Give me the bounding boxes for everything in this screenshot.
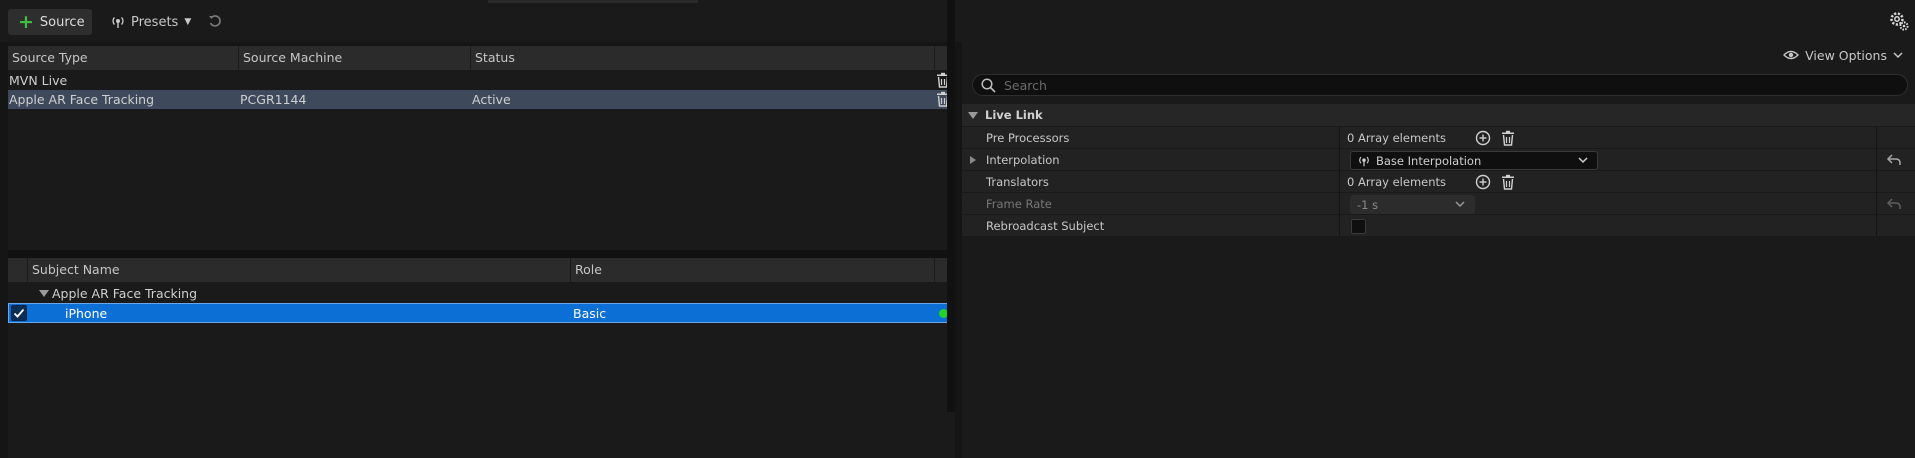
- search-input[interactable]: [1004, 77, 1884, 93]
- toolbar: + Source Presets ▼: [0, 0, 1915, 42]
- property-value: 0 Array elements: [1347, 175, 1447, 189]
- rebroadcast-checkbox[interactable]: [1351, 219, 1366, 234]
- column-divider[interactable]: [1339, 149, 1340, 171]
- search-icon: [981, 77, 996, 93]
- checkmark-icon: [13, 308, 25, 318]
- property-name: Translators: [986, 175, 1049, 189]
- column-divider[interactable]: [1339, 127, 1340, 149]
- add-source-button[interactable]: + Source: [8, 9, 92, 35]
- interpolation-dropdown[interactable]: Base Interpolation: [1350, 151, 1598, 170]
- property-name: Pre Processors: [986, 131, 1070, 145]
- property-name: Frame Rate: [986, 197, 1052, 211]
- subject-group-name: Apple AR Face Tracking: [52, 285, 198, 301]
- subject-group-row[interactable]: Apple AR Face Tracking: [8, 284, 955, 302]
- source-row[interactable]: MVN Live: [8, 71, 955, 90]
- left-panel: Source Type Source Machine Status MVN Li…: [8, 46, 955, 458]
- add-element-icon[interactable]: [1475, 130, 1491, 146]
- column-divider[interactable]: [1339, 193, 1340, 215]
- property-name: Interpolation: [986, 153, 1060, 167]
- column-status[interactable]: Status: [471, 46, 935, 70]
- column-divider: [1876, 193, 1877, 215]
- broadcast-icon: [112, 17, 124, 28]
- source-status: Active: [472, 92, 511, 107]
- column-divider: [1876, 149, 1877, 171]
- column-source-machine[interactable]: Source Machine: [239, 46, 471, 70]
- caret-down-icon: ▼: [184, 17, 192, 27]
- column-divider[interactable]: [1339, 215, 1340, 237]
- expand-triangle-icon[interactable]: [39, 289, 49, 297]
- frame-rate-dropdown: -1 s: [1350, 195, 1475, 214]
- details-panel: View Options Live Link Pre Processors 0 …: [962, 42, 1915, 458]
- column-subject-name[interactable]: Subject Name: [28, 258, 571, 282]
- list-splitter[interactable]: [8, 250, 955, 258]
- gear-icon: [1890, 12, 1909, 31]
- category-label: Live Link: [985, 108, 1043, 122]
- chevron-down-icon: [1455, 201, 1465, 208]
- subject-enabled-checkbox[interactable]: [11, 305, 27, 321]
- view-options-label: View Options: [1805, 47, 1887, 63]
- property-row-interpolation: Interpolation Base Interpolation: [962, 149, 1915, 171]
- presets-label: Presets: [131, 14, 179, 30]
- column-divider: [1876, 127, 1877, 149]
- tab-strip: [488, 0, 698, 3]
- panel-splitter[interactable]: [947, 0, 955, 412]
- source-type: MVN Live: [9, 73, 68, 88]
- source-row[interactable]: Apple AR Face Tracking PCGR1144 Active: [8, 90, 955, 109]
- add-source-label: Source: [39, 14, 85, 30]
- collapse-triangle-icon[interactable]: [968, 111, 978, 119]
- plus-icon: +: [18, 10, 34, 33]
- column-divider[interactable]: [1339, 171, 1340, 193]
- source-list: Source Type Source Machine Status MVN Li…: [8, 46, 955, 250]
- source-type: Apple AR Face Tracking: [9, 92, 155, 107]
- property-value: 0 Array elements: [1347, 131, 1447, 145]
- interpolation-value: Base Interpolation: [1376, 153, 1482, 168]
- source-list-header: Source Type Source Machine Status: [8, 46, 955, 70]
- eye-icon: [1783, 50, 1800, 60]
- frame-rate-value: -1 s: [1357, 197, 1379, 212]
- subject-role: Basic: [573, 306, 607, 321]
- column-source-type[interactable]: Source Type: [8, 46, 239, 70]
- expand-arrow-icon[interactable]: [970, 156, 976, 164]
- settings-button[interactable]: [1888, 10, 1910, 32]
- trash-icon[interactable]: [1500, 130, 1516, 146]
- chevron-down-icon: [1578, 157, 1588, 164]
- presets-button[interactable]: Presets ▼: [110, 9, 191, 35]
- trash-icon[interactable]: [1500, 174, 1516, 190]
- column-checkbox: [8, 258, 28, 282]
- column-divider: [1876, 171, 1877, 193]
- property-name: Rebroadcast Subject: [986, 219, 1105, 233]
- column-role[interactable]: Role: [571, 258, 935, 282]
- reset-to-default-icon: [1886, 198, 1901, 209]
- column-divider: [1876, 215, 1877, 237]
- add-element-icon[interactable]: [1475, 174, 1491, 190]
- subject-list-header: Subject Name Role: [8, 258, 955, 282]
- subject-list: Subject Name Role Apple AR Face Tracking…: [8, 258, 955, 458]
- undo-icon: [209, 15, 221, 27]
- property-row-frame-rate: Frame Rate -1 s: [962, 193, 1915, 215]
- view-options-button[interactable]: View Options: [1783, 46, 1903, 64]
- property-row-rebroadcast-subject: Rebroadcast Subject: [962, 215, 1915, 237]
- source-machine: PCGR1144: [240, 92, 307, 107]
- subject-name: iPhone: [65, 306, 108, 321]
- broadcast-icon: [1359, 156, 1369, 166]
- property-row-translators: Translators 0 Array elements: [962, 171, 1915, 193]
- search-box: [972, 74, 1908, 96]
- reset-to-default-icon[interactable]: [1886, 153, 1902, 167]
- category-live-link[interactable]: Live Link: [962, 104, 1915, 126]
- undo-button[interactable]: [205, 11, 225, 31]
- subject-row[interactable]: iPhone Basic: [8, 303, 955, 323]
- chevron-down-icon: [1893, 52, 1903, 59]
- property-row-pre-processors: Pre Processors 0 Array elements: [962, 127, 1915, 149]
